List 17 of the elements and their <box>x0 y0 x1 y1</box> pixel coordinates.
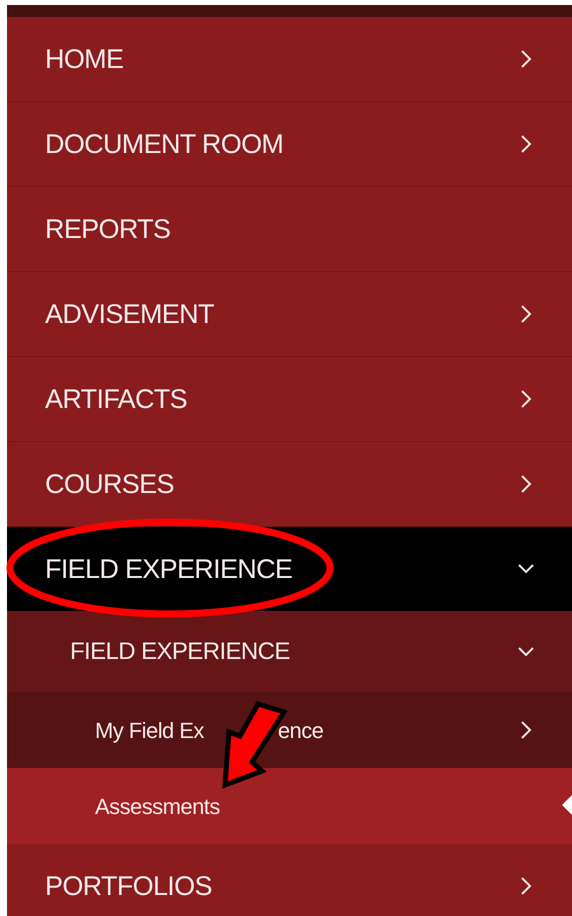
menu-item[interactable]: FIELD EXPERIENCE <box>7 527 572 612</box>
menu-item-label: ARTIFACTS <box>45 382 187 416</box>
menu-item[interactable]: FIELD EXPERIENCE <box>7 612 572 692</box>
menu-item-label: COURSES <box>45 468 174 501</box>
menu-item-label: My Field Ex <box>95 716 204 745</box>
menu-item-label: FIELD EXPERIENCE <box>70 637 290 667</box>
menu-item-label: DOCUMENT ROOM <box>45 128 284 161</box>
menu-item-label: FIELD EXPERIENCE <box>45 552 292 586</box>
menu-item[interactable]: My Field Ex ence <box>7 692 572 768</box>
menu-item-label: REPORTS <box>45 212 170 246</box>
selection-indicator-icon <box>562 795 572 815</box>
menu-item-label: ADVISEMENT <box>45 298 214 331</box>
menu-item[interactable]: Assessments <box>7 768 572 844</box>
menu-item-label: ence <box>278 716 324 744</box>
menu-item-label: Assessments <box>95 792 220 820</box>
menu-item-label: PORTFOLIOS <box>45 870 212 903</box>
menu-item-label: HOME <box>45 42 124 76</box>
